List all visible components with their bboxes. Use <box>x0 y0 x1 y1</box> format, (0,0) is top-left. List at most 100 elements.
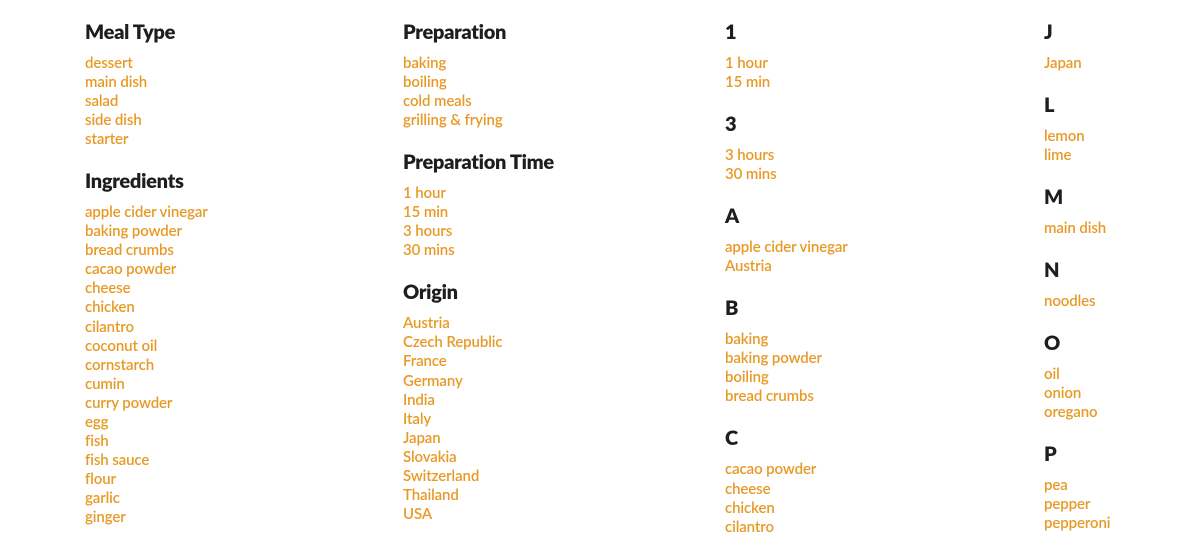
tag-link[interactable]: cacao powder <box>725 460 1044 479</box>
tag-link[interactable]: bread crumbs <box>85 241 403 260</box>
tag-link[interactable]: noodles <box>1044 292 1200 311</box>
tag-group-c: Ccacao powdercheesechickencilantro <box>725 426 1044 536</box>
tag-link[interactable]: pepper <box>1044 495 1200 514</box>
tag-link[interactable]: Japan <box>1044 54 1200 73</box>
tag-link[interactable]: oregano <box>1044 403 1200 422</box>
tag-link[interactable]: Thailand <box>403 486 725 505</box>
tag-link[interactable]: Austria <box>725 257 1044 276</box>
group-heading: 1 <box>725 20 1044 44</box>
tag-link[interactable]: baking <box>403 54 725 73</box>
tag-list: peapepperpepperoni <box>1044 476 1200 533</box>
tag-link[interactable]: side dish <box>85 111 403 130</box>
tag-link[interactable]: Germany <box>403 372 725 391</box>
tag-link[interactable]: Japan <box>403 429 725 448</box>
tag-link[interactable]: flour <box>85 470 403 489</box>
tag-group-origin: Origin AustriaCzech RepublicFranceGermany… <box>403 280 725 524</box>
tag-link[interactable]: boiling <box>403 73 725 92</box>
tag-link[interactable]: bread crumbs <box>725 387 1044 406</box>
tag-link[interactable]: main dish <box>1044 219 1200 238</box>
tag-link[interactable]: cheese <box>725 480 1044 499</box>
tag-group-l: Llemonlime <box>1044 93 1200 165</box>
tag-link[interactable]: apple cider vinegar <box>725 238 1044 257</box>
tag-list: AustriaCzech RepublicFranceGermanyIndiaI… <box>403 314 725 524</box>
tag-group-b: Bbakingbaking powderboilingbread crumbs <box>725 296 1044 406</box>
tag-link[interactable]: fish sauce <box>85 451 403 470</box>
tag-link[interactable]: 30 mins <box>725 165 1044 184</box>
group-heading: B <box>725 296 1044 320</box>
tag-link[interactable]: 15 min <box>403 203 725 222</box>
tag-list: apple cider vinegarAustria <box>725 238 1044 276</box>
tag-list: 1 hour15 min <box>725 54 1044 92</box>
tag-link[interactable]: chicken <box>725 499 1044 518</box>
tag-link[interactable]: Slovakia <box>403 448 725 467</box>
tag-group-ingredients: Ingredientsapple cider vinegarbaking pow… <box>85 169 403 527</box>
tag-link[interactable]: chicken <box>85 298 403 317</box>
column-3: 1 1 hour15 min 3 3 hours30 mins Aapple cider… <box>725 20 1044 537</box>
tag-group-meal-type: Meal Typedessertmain dishsaladside dishs… <box>85 20 403 149</box>
tag-link[interactable]: dessert <box>85 54 403 73</box>
tag-link[interactable]: Czech Republic <box>403 333 725 352</box>
tag-link[interactable]: apple cider vinegar <box>85 203 403 222</box>
tag-link[interactable]: coconut oil <box>85 337 403 356</box>
group-heading: Origin <box>403 280 725 304</box>
tag-link[interactable]: salad <box>85 92 403 111</box>
tag-link[interactable]: main dish <box>85 73 403 92</box>
tag-link[interactable]: cilantro <box>725 518 1044 537</box>
group-heading: C <box>725 426 1044 450</box>
tag-link[interactable]: 3 hours <box>403 222 725 241</box>
group-heading: O <box>1044 331 1200 355</box>
tag-list: oilonionoregano <box>1044 365 1200 422</box>
tag-group-o: Ooilonionoregano <box>1044 331 1200 422</box>
tag-link[interactable]: ginger <box>85 508 403 527</box>
tag-link[interactable]: 15 min <box>725 73 1044 92</box>
tag-link[interactable]: egg <box>85 413 403 432</box>
column-2: Preparationbakingboilingcold mealsgrilli… <box>403 20 725 537</box>
tag-link[interactable]: lime <box>1044 146 1200 165</box>
tag-link[interactable]: cold meals <box>403 92 725 111</box>
tag-link[interactable]: boiling <box>725 368 1044 387</box>
tag-link[interactable]: baking powder <box>85 222 403 241</box>
column-1: Meal Typedessertmain dishsaladside dishs… <box>85 20 403 537</box>
tag-list: main dish <box>1044 219 1200 238</box>
tag-group-3: 3 3 hours30 mins <box>725 112 1044 184</box>
tag-link[interactable]: cheese <box>85 279 403 298</box>
tag-link[interactable]: France <box>403 352 725 371</box>
tag-link[interactable]: baking powder <box>725 349 1044 368</box>
tag-link[interactable]: pea <box>1044 476 1200 495</box>
tag-link[interactable]: baking <box>725 330 1044 349</box>
tag-link[interactable]: curry powder <box>85 394 403 413</box>
tag-link[interactable]: cacao powder <box>85 260 403 279</box>
tag-link[interactable]: Switzerland <box>403 467 725 486</box>
tag-link[interactable]: onion <box>1044 384 1200 403</box>
tag-link[interactable]: garlic <box>85 489 403 508</box>
tag-link[interactable]: 1 hour <box>725 54 1044 73</box>
group-heading: A <box>725 204 1044 228</box>
tag-link[interactable]: grilling & frying <box>403 111 725 130</box>
tag-link[interactable]: cilantro <box>85 318 403 337</box>
tag-link[interactable]: Italy <box>403 410 725 429</box>
tag-link[interactable]: oil <box>1044 365 1200 384</box>
tag-link[interactable]: 1 hour <box>403 184 725 203</box>
tag-link[interactable]: USA <box>403 505 725 524</box>
tag-link[interactable]: lemon <box>1044 127 1200 146</box>
tag-group-j: JJapan <box>1044 20 1200 73</box>
tag-group-1: 1 1 hour15 min <box>725 20 1044 92</box>
tag-link[interactable]: pepperoni <box>1044 514 1200 533</box>
tag-link[interactable]: fish <box>85 432 403 451</box>
tag-list: bakingbaking powderboilingbread crumbs <box>725 330 1044 406</box>
tag-link[interactable]: cumin <box>85 375 403 394</box>
tag-link[interactable]: India <box>403 391 725 410</box>
group-heading: N <box>1044 258 1200 282</box>
tag-group-m: Mmain dish <box>1044 185 1200 238</box>
tag-group-preparation-time: Preparation Time1 hour15 min3 hours30 mi… <box>403 150 725 260</box>
tag-link[interactable]: 30 mins <box>403 241 725 260</box>
tag-link[interactable]: starter <box>85 130 403 149</box>
tag-link[interactable]: Austria <box>403 314 725 333</box>
tag-link[interactable]: cornstarch <box>85 356 403 375</box>
tag-link[interactable]: 3 hours <box>725 146 1044 165</box>
column-4: JJapan Llemonlime Mmain dish Nnoodles Ooilon… <box>1044 20 1200 537</box>
group-heading: 3 <box>725 112 1044 136</box>
group-heading: P <box>1044 442 1200 466</box>
group-heading: L <box>1044 93 1200 117</box>
group-heading: M <box>1044 185 1200 209</box>
